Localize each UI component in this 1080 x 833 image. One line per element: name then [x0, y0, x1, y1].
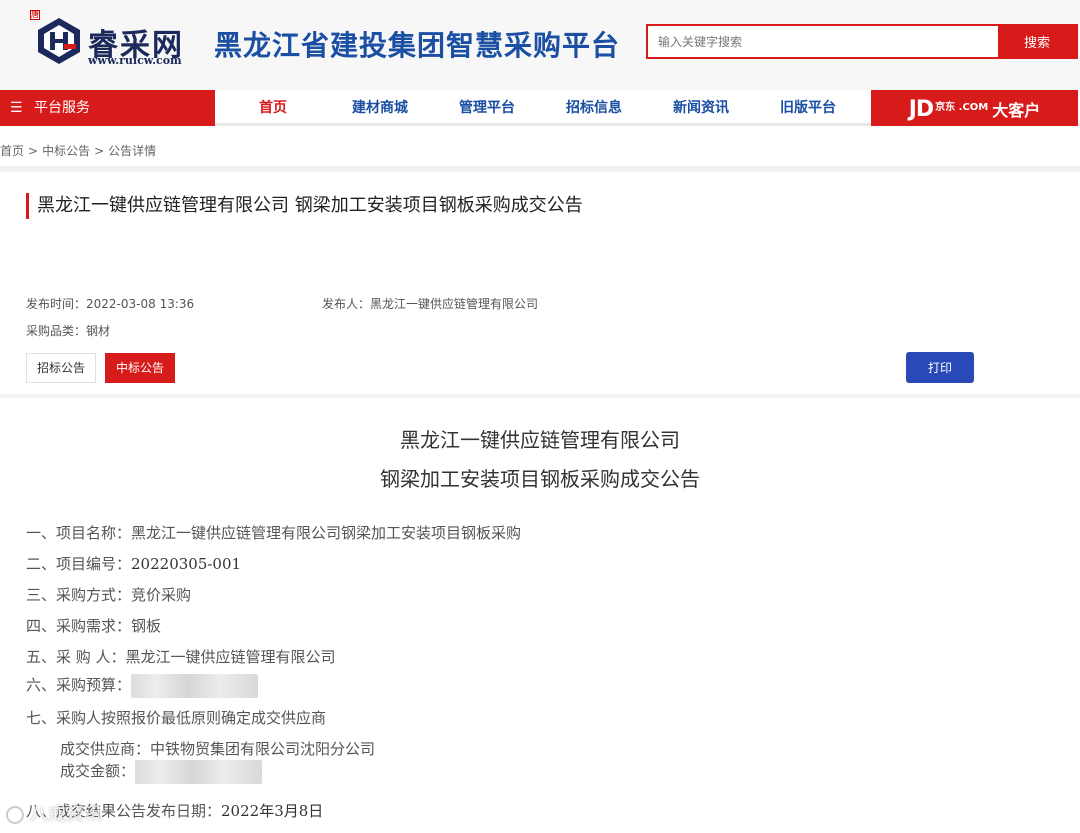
item-value: 钢板	[131, 617, 162, 635]
site-logo[interactable]: 唐 睿采网 www.ruicw.com	[30, 10, 190, 70]
item-supplier: 成交供应商：中铁物贸集团有限公司沈阳分公司	[60, 738, 375, 759]
publish-time-label: 发布时间：	[26, 297, 87, 311]
jd-logo: JD	[908, 97, 934, 122]
item-amount: 成交金额：	[60, 760, 263, 784]
supplier-value: 中铁物贸集团有限公司沈阳分公司	[150, 740, 376, 758]
breadcrumb-award[interactable]: 中标公告	[42, 144, 90, 158]
tab-award-announcement[interactable]: 中标公告	[105, 353, 175, 383]
redacted-amount	[135, 760, 263, 784]
platform-service-label: 平台服务	[34, 100, 90, 116]
search-box: 搜索	[646, 24, 1078, 59]
item-prefix: 二、项目编号：	[26, 555, 132, 573]
platform-service-menu[interactable]: ☰ 平台服务	[0, 90, 215, 126]
publisher-value: 黑龙江一键供应链管理有限公司	[370, 297, 539, 311]
logo-hexagon-icon	[38, 18, 80, 64]
breadcrumb-home[interactable]: 首页	[0, 144, 24, 158]
jd-banner-text: 大客户	[992, 101, 1041, 120]
item-prefix: 五、采 购 人：	[26, 648, 126, 666]
announcement-title: 黑龙江一键供应链管理有限公司 钢梁加工安装项目钢板采购成交公告	[26, 193, 626, 219]
publisher-label: 发布人：	[322, 297, 371, 311]
jd-enterprise-banner[interactable]: JD 京东 .COM 大客户	[871, 90, 1078, 126]
item-selection-rule: 七、采购人按照报价最低原则确定成交供应商	[26, 707, 326, 728]
publish-time: 发布时间：2022-03-08 13:36	[26, 295, 194, 312]
breadcrumb-separator: >	[28, 144, 39, 158]
breadcrumb: 首页 > 中标公告 > 公告详情	[0, 142, 160, 159]
item-procurement-method: 三、采购方式：竞价采购	[26, 584, 191, 605]
search-input[interactable]	[648, 26, 1000, 57]
nav-item-management[interactable]: 管理平台	[437, 90, 537, 126]
content-heading-line2: 钢梁加工安装项目钢板采购成交公告	[380, 467, 700, 491]
site-header: 唐 睿采网 www.ruicw.com 黑龙江省建投集团智慧采购平台 搜索	[0, 0, 1080, 90]
supplier-label: 成交供应商：	[60, 740, 151, 758]
platform-title: 黑龙江省建投集团智慧采购平台	[214, 29, 621, 62]
watermark: 八戒资讯	[6, 800, 146, 833]
item-value: 黑龙江一键供应链管理有限公司钢梁加工安装项目钢板采购	[131, 524, 522, 542]
item-purchaser: 五、采 购 人：黑龙江一键供应链管理有限公司	[26, 646, 336, 667]
item-project-number: 二、项目编号：20220305-001	[26, 553, 241, 574]
watermark-icon	[6, 806, 24, 824]
redacted-budget	[131, 674, 259, 698]
main-nav: ☰ 平台服务 首页 建材商城 管理平台 招标信息 新闻资讯 旧版平台 JD 京东 .…	[0, 90, 1080, 126]
item-prefix: 七、采购人按照报价最低原则确定成交供应商	[26, 709, 327, 727]
item-value: 黑龙江一键供应链管理有限公司	[125, 648, 336, 666]
category: 采购品类：钢材	[26, 322, 110, 339]
search-button[interactable]: 搜索	[998, 26, 1076, 57]
menu-icon: ☰	[10, 100, 23, 116]
print-button[interactable]: 打印	[906, 352, 974, 383]
breadcrumb-current: 公告详情	[108, 144, 157, 158]
publisher: 发布人：黑龙江一键供应链管理有限公司	[322, 295, 538, 312]
item-value: 20220305-001	[131, 555, 242, 573]
item-prefix: 三、采购方式：	[26, 586, 132, 604]
breadcrumb-separator: >	[94, 144, 105, 158]
nav-item-news[interactable]: 新闻资讯	[651, 90, 751, 126]
watermark-text: 八戒资讯	[30, 804, 102, 825]
category-value: 钢材	[86, 324, 111, 338]
item-value: 竞价采购	[131, 586, 192, 604]
amount-label: 成交金额：	[60, 762, 136, 780]
jd-domain: 京东 .COM	[935, 102, 989, 113]
nav-item-mall[interactable]: 建材商城	[330, 90, 430, 126]
item-procurement-demand: 四、采购需求：钢板	[26, 615, 161, 636]
item-project-name: 一、项目名称：黑龙江一键供应链管理有限公司钢梁加工安装项目钢板采购	[26, 522, 521, 543]
item-prefix: 一、项目名称：	[26, 524, 132, 542]
item-prefix: 四、采购需求：	[26, 617, 132, 635]
result-date-value: 2022年3月8日	[221, 802, 324, 820]
nav-item-old-platform[interactable]: 旧版平台	[758, 90, 858, 126]
nav-item-home[interactable]: 首页	[223, 90, 323, 126]
item-budget: 六、采购预算：	[26, 674, 259, 698]
nav-item-tender-info[interactable]: 招标信息	[544, 90, 644, 126]
publish-time-value: 2022-03-08 13:36	[86, 297, 195, 311]
nav-items: 首页 建材商城 管理平台 招标信息 新闻资讯 旧版平台	[220, 90, 870, 126]
logo-url: www.ruicw.com	[88, 54, 182, 67]
category-label: 采购品类：	[26, 324, 87, 338]
content-heading-line1: 黑龙江一键供应链管理有限公司	[400, 428, 680, 452]
tab-bid-announcement[interactable]: 招标公告	[26, 353, 96, 383]
item-prefix: 六、采购预算：	[26, 676, 132, 694]
